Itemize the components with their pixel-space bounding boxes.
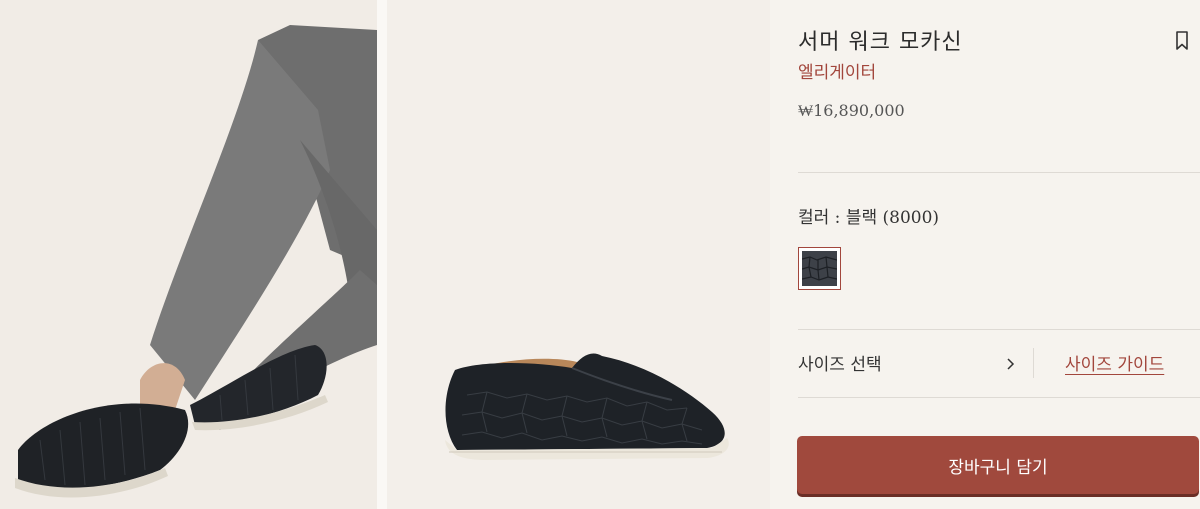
product-title: 서머 워크 모카신: [798, 30, 963, 55]
product-price: ₩16,890,000: [798, 101, 905, 120]
size-select[interactable]: 사이즈 선택: [798, 338, 1036, 386]
divider: [798, 329, 1200, 330]
product-details-panel: 서머 워크 모카신 엘리게이터 ₩16,890,000 컬러 : 블랙 (800…: [770, 0, 1200, 509]
size-guide-link[interactable]: 사이즈 가이드: [1065, 350, 1164, 375]
product-photo: [387, 0, 770, 509]
color-swatch-black[interactable]: [798, 247, 841, 290]
bookmark-icon[interactable]: [1174, 30, 1190, 52]
color-label: 컬러 : 블랙 (8000): [798, 208, 940, 228]
divider: [798, 397, 1200, 398]
add-to-cart-button[interactable]: 장바구니 담기: [797, 436, 1199, 494]
gallery-gap: [377, 0, 387, 509]
size-select-label: 사이즈 선택: [798, 355, 882, 375]
chevron-right-icon: [1005, 356, 1015, 370]
divider: [798, 172, 1200, 173]
separator: [1033, 348, 1034, 378]
croc-texture-swatch: [802, 251, 837, 286]
lifestyle-photo: [0, 0, 377, 509]
brand-name[interactable]: 엘리게이터: [798, 58, 876, 83]
